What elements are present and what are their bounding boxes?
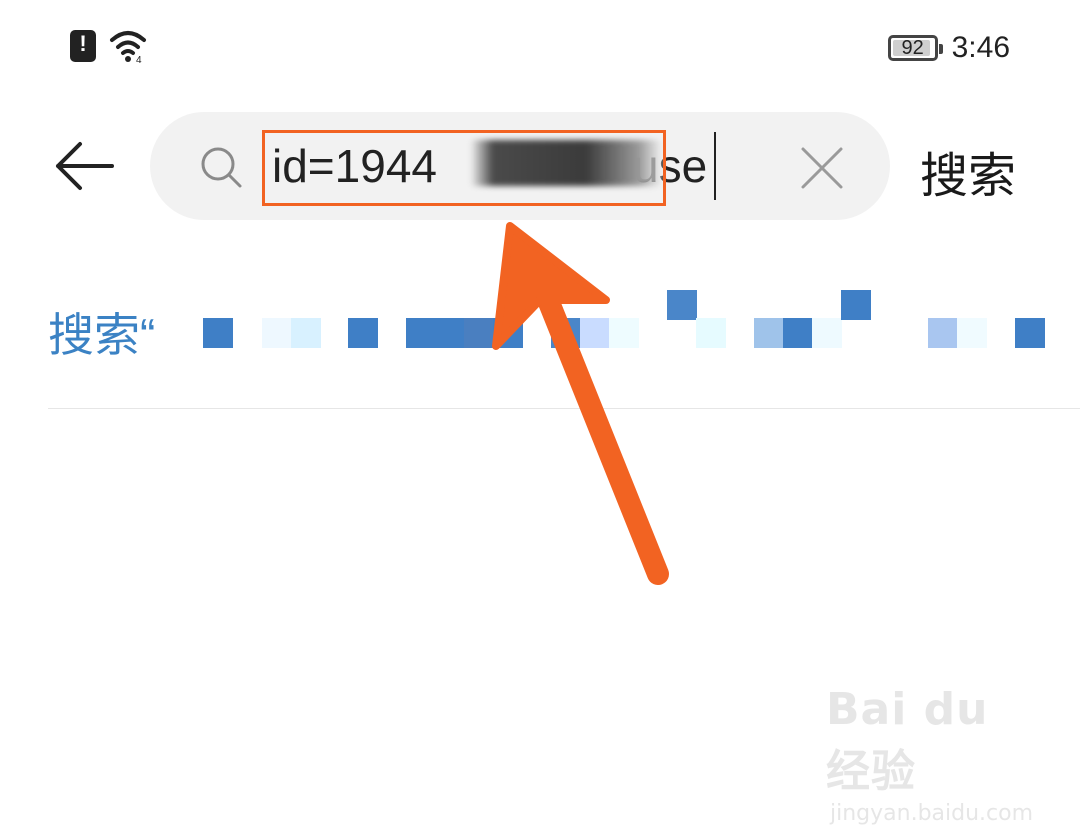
watermark-logo: Bai du 经验 — [826, 684, 989, 797]
divider — [48, 408, 1080, 409]
highlight-box — [262, 130, 666, 206]
status-bar-left: 4 — [70, 24, 148, 68]
clear-button[interactable] — [794, 140, 850, 196]
svg-text:4: 4 — [136, 55, 142, 64]
watermark-url: jingyan.baidu.com — [830, 801, 1034, 826]
arrow-left-icon — [56, 142, 114, 190]
wifi-icon: 4 — [108, 28, 148, 64]
search-icon — [196, 142, 246, 196]
status-time: 3:46 — [951, 31, 1010, 64]
suggestion-label: 搜索“ — [48, 309, 156, 361]
alert-icon — [70, 30, 96, 62]
search-button[interactable]: 搜索 — [920, 136, 1016, 206]
text-caret — [714, 132, 716, 200]
status-bar-right: 92 3:46 — [887, 26, 1010, 70]
baidu-watermark: Bai du 经验 jingyan.baidu.com — [826, 684, 1036, 826]
search-suggestion[interactable]: 搜索“ — [48, 292, 155, 372]
battery-level: 92 — [901, 36, 924, 59]
close-icon — [801, 147, 843, 189]
back-button[interactable] — [46, 128, 122, 204]
pixelated-suggestion-text — [200, 288, 1050, 350]
battery-icon: 92 — [887, 35, 943, 61]
